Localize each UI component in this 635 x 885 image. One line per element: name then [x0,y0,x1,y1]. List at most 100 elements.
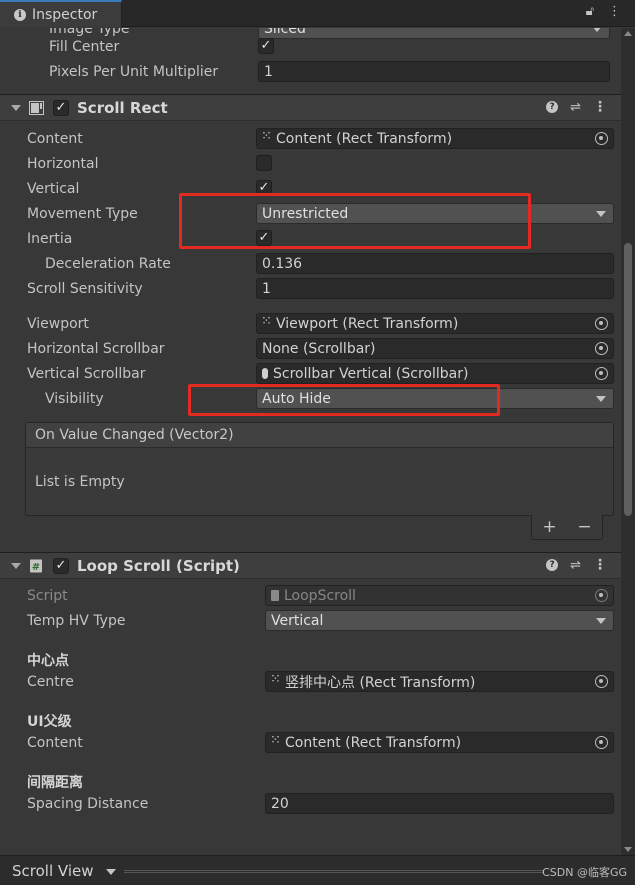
on-value-changed-event: On Value Changed (Vector2) List is Empty [25,422,614,516]
vertical-label: Vertical [27,180,80,197]
highlight-movement-type [179,193,531,249]
more-icon[interactable]: ⋮ [608,4,621,19]
scroll-rect-title: Scroll Rect [77,99,168,117]
tab-inspector-label: Inspector [32,6,98,23]
chevron-down-icon[interactable] [106,869,116,875]
deceleration-label: Deceleration Rate [45,255,171,272]
script-icon: # [30,559,42,573]
rect-transform-icon [261,314,272,329]
object-picker-icon[interactable] [595,367,608,380]
row-horizontal: Horizontal [0,151,621,176]
ppu-label: Pixels Per Unit Multiplier [49,63,219,80]
temp-hv-type-value: Vertical [271,612,324,629]
presets-icon[interactable]: ⇌ [570,558,581,573]
hscrollbar-object-field[interactable]: None (Scrollbar) [256,338,614,359]
row-vscrollbar: Vertical Scrollbar Scrollbar Vertical (S… [0,361,621,386]
tab-icons: 🔓︎ ⋮ [586,4,621,19]
centre-object-field[interactable]: 竖排中心点 (Rect Transform) [265,671,614,692]
object-picker-icon[interactable] [595,342,608,355]
more-icon[interactable]: ⋮ [593,557,607,573]
preview-object-selector[interactable]: Scroll View [12,862,93,880]
rect-transform-icon [270,733,281,748]
highlight-visibility [188,384,500,416]
sensitivity-input[interactable]: 1 [256,278,614,299]
foldout-arrow-icon[interactable] [11,563,21,569]
section-centre-heading: 中心点 [27,653,69,669]
row-loop-content: Content Content (Rect Transform) [0,730,621,755]
event-list-footer: + − [531,515,603,540]
fill-center-label: Fill Center [49,38,120,55]
object-picker-icon [595,589,608,602]
spacing-input[interactable]: 20 [265,793,614,814]
content-label: Content [27,130,83,147]
viewport-value: Viewport (Rect Transform) [276,315,459,332]
chevron-down-icon [596,211,606,217]
object-picker-icon[interactable] [595,736,608,749]
hscrollbar-value: None (Scrollbar) [262,340,376,357]
object-picker-icon[interactable] [595,132,608,145]
watermark: CSDN @临客GG [542,866,627,879]
lock-icon[interactable]: 🔓︎ [586,4,594,19]
preview-bar: Scroll View CSDN @临客GG [0,855,635,885]
chevron-down-icon [592,28,602,32]
section-spacing-heading: 间隔距离 [27,775,83,791]
sensitivity-label: Scroll Sensitivity [27,280,143,297]
row-sensitivity: Scroll Sensitivity 1 [0,276,621,301]
loop-content-value: Content (Rect Transform) [285,734,462,751]
inspector-scrollbar[interactable] [621,28,635,855]
resize-handle[interactable] [124,870,544,873]
content-object-field[interactable]: Content (Rect Transform) [256,128,614,149]
scrollbar-thumb[interactable] [624,243,632,516]
rect-transform-icon [270,672,281,687]
help-icon[interactable]: ? [546,101,559,113]
object-picker-icon[interactable] [595,675,608,688]
row-deceleration: Deceleration Rate 0.136 [0,251,621,276]
help-icon[interactable]: ? [546,559,559,571]
loop-scroll-enabled-checkbox[interactable]: ✓ [53,558,69,574]
ppu-input[interactable]: 1 [258,61,610,82]
loop-content-label: Content [27,734,83,751]
centre-label: Centre [27,673,74,690]
section-parent-heading: UI父级 [27,714,72,730]
event-header: On Value Changed (Vector2) [26,423,613,448]
object-picker-icon[interactable] [595,317,608,330]
row-viewport: Viewport Viewport (Rect Transform) [0,311,621,336]
presets-icon[interactable]: ⇌ [570,100,581,115]
foldout-arrow-icon[interactable] [11,105,21,111]
row-temp-hv-type: Temp HV Type Vertical [0,608,621,633]
vscrollbar-object-field[interactable]: Scrollbar Vertical (Scrollbar) [256,363,614,384]
horizontal-checkbox[interactable] [256,155,272,171]
scroll-rect-header[interactable]: ✓ Scroll Rect ? ⇌ ⋮ [0,94,621,121]
temp-hv-type-dropdown[interactable]: Vertical [265,610,614,631]
hscrollbar-label: Horizontal Scrollbar [27,340,165,357]
script-label: Script [27,587,68,604]
event-empty-text: List is Empty [35,473,125,490]
inertia-label: Inertia [27,230,73,247]
loop-content-object-field[interactable]: Content (Rect Transform) [265,732,614,753]
deceleration-input[interactable]: 0.136 [256,253,614,274]
chevron-down-icon [596,618,606,624]
scroll-rect-icon [29,101,44,115]
info-icon: i [14,8,26,21]
row-script: Script LoopScroll [0,583,621,608]
rect-transform-icon [261,129,272,144]
scroll-down-arrow-icon[interactable] [624,847,632,852]
scroll-up-arrow-icon[interactable] [624,31,632,36]
more-icon[interactable]: ⋮ [593,99,607,115]
row-spacing: Spacing Distance 20 [0,791,621,816]
add-event-button[interactable]: + [542,517,556,537]
inspector-tab-bar: i Inspector 🔓︎ ⋮ [0,0,635,27]
loop-scroll-header[interactable]: # ✓ Loop Scroll (Script) ? ⇌ ⋮ [0,552,621,579]
content-value: Content (Rect Transform) [276,130,453,147]
row-content: Content Content (Rect Transform) [0,126,621,151]
fill-center-checkbox[interactable]: ✓ [258,38,274,54]
visibility-label: Visibility [45,390,104,407]
scroll-rect-enabled-checkbox[interactable]: ✓ [53,100,69,116]
movement-type-label: Movement Type [27,205,138,222]
tab-inspector[interactable]: i Inspector [0,0,122,27]
vscrollbar-label: Vertical Scrollbar [27,365,146,382]
centre-value: 竖排中心点 (Rect Transform) [285,674,476,691]
row-centre: Centre 竖排中心点 (Rect Transform) [0,669,621,694]
viewport-object-field[interactable]: Viewport (Rect Transform) [256,313,614,334]
remove-event-button[interactable]: − [577,517,591,537]
